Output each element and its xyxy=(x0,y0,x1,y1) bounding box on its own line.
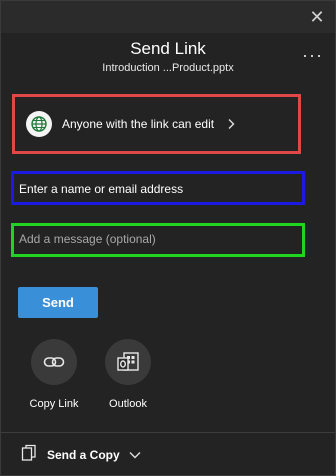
outlook-option[interactable]: Outlook xyxy=(88,339,168,410)
more-options-button[interactable]: ··· xyxy=(302,45,323,66)
permission-label: Anyone with the link can edit xyxy=(62,117,215,131)
footer-divider xyxy=(1,432,335,433)
send-button[interactable]: Send xyxy=(18,287,98,318)
document-copy-icon xyxy=(21,444,37,467)
dialog-title: Send Link xyxy=(130,39,206,58)
link-icon xyxy=(31,339,77,385)
outlook-icon xyxy=(105,339,151,385)
outlook-label: Outlook xyxy=(109,398,147,410)
chevron-down-icon xyxy=(128,450,142,460)
file-name: Introduction ...Product.pptx xyxy=(102,62,234,74)
copy-link-option[interactable]: Copy Link xyxy=(14,339,94,410)
recipients-input[interactable] xyxy=(19,179,289,199)
close-button[interactable]: ✕ xyxy=(305,5,329,29)
message-input[interactable] xyxy=(19,230,289,248)
chevron-right-icon xyxy=(226,118,236,130)
link-permission-button[interactable]: Anyone with the link can edit xyxy=(18,101,295,147)
globe-icon xyxy=(26,111,52,137)
send-a-copy-label: Send a Copy xyxy=(47,448,120,462)
dialog-header: Send Link Introduction ...Product.pptx ·… xyxy=(1,33,335,79)
title-bar: ✕ xyxy=(1,1,335,33)
send-a-copy-button[interactable]: Send a Copy xyxy=(21,444,142,466)
send-link-dialog: ✕ Send Link Introduction ...Product.pptx… xyxy=(0,0,336,476)
close-icon: ✕ xyxy=(309,7,325,27)
copy-link-label: Copy Link xyxy=(29,398,79,410)
